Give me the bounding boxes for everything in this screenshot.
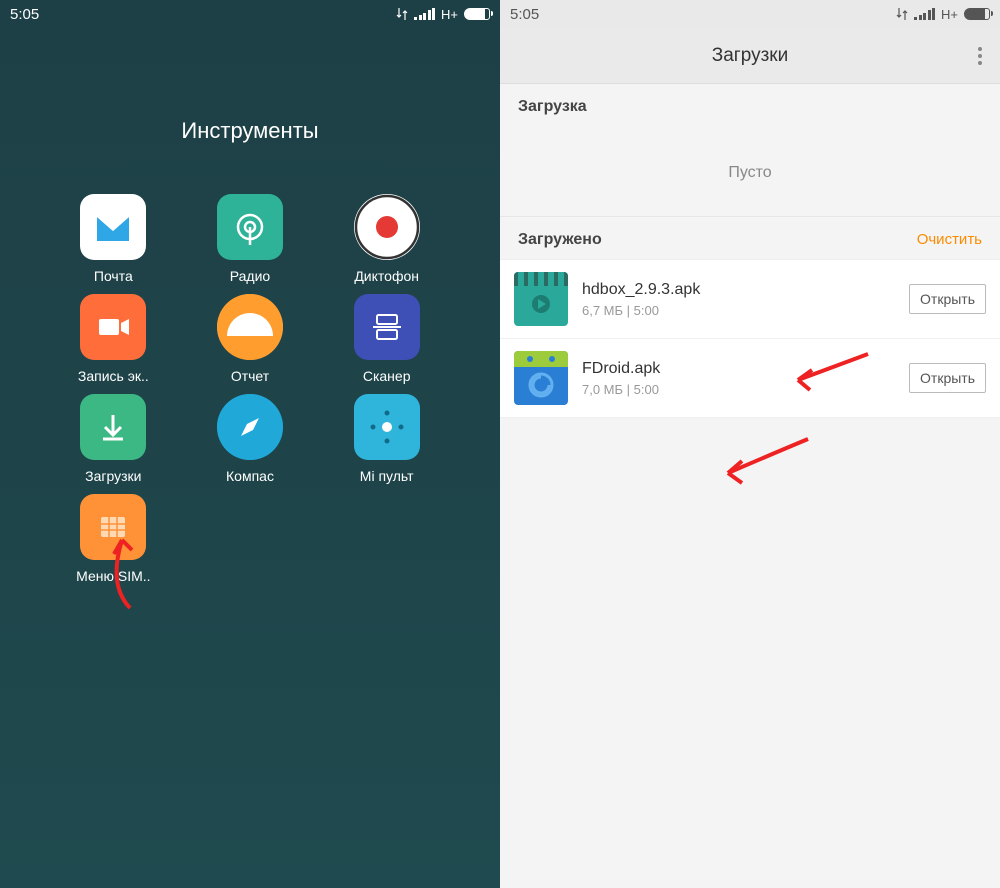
download-info: FDroid.apk 7,0 МБ | 5:00 [582,360,895,397]
apk-thumb-icon [514,272,568,326]
app-label: Отчет [231,368,269,384]
app-recorder[interactable]: Диктофон [318,194,455,284]
battery-icon [464,8,490,20]
mail-icon [80,194,146,260]
app-label: Сканер [363,368,411,384]
clear-button[interactable]: Очистить [917,231,982,248]
status-time: 5:05 [510,6,539,23]
open-button[interactable]: Открыть [909,363,986,393]
download-name: FDroid.apk [582,360,895,378]
section-completed: Загружено Очистить [500,217,1000,259]
app-screen-recorder[interactable]: Запись эк.. [45,294,182,384]
recorder-icon [354,194,420,260]
app-sim-menu[interactable]: Меню SIM.. [45,494,182,584]
status-bar: 5:05 H+ [0,0,500,28]
screen-tools-folder: 5:05 H+ Инструменты Почта Радио [0,0,500,888]
data-transfer-icon [396,7,408,21]
compass-icon [217,394,283,460]
signal-icon [914,8,935,20]
screen-downloads: 5:05 H+ Загрузки Загрузка Пусто Загружен… [500,0,1000,888]
data-transfer-icon [896,7,908,21]
app-feedback[interactable]: Отчет [182,294,319,384]
app-mail[interactable]: Почта [45,194,182,284]
apk-thumb-icon [514,351,568,405]
feedback-icon [217,294,283,360]
battery-icon [964,8,990,20]
remote-icon [354,394,420,460]
status-bar: 5:05 H+ [500,0,1000,28]
network-type: H+ [941,7,958,22]
app-label: Компас [226,468,274,484]
more-icon[interactable] [978,47,982,65]
header-bar: Загрузки [500,28,1000,84]
app-label: Mi пульт [360,468,414,484]
status-icons: H+ [896,7,990,22]
section-in-progress: Загрузка [500,84,1000,126]
empty-state: Пусто [500,126,1000,216]
download-list: hdbox_2.9.3.apk 6,7 МБ | 5:00 Открыть FD… [500,259,1000,418]
download-item-fdroid[interactable]: FDroid.apk 7,0 МБ | 5:00 Открыть [500,338,1000,417]
status-time: 5:05 [10,6,39,23]
header-title: Загрузки [712,45,788,67]
radio-icon [217,194,283,260]
app-label: Диктофон [354,268,419,284]
app-label: Загрузки [85,468,141,484]
app-label: Радио [230,268,270,284]
app-downloads[interactable]: Загрузки [45,394,182,484]
app-grid: Почта Радио Диктофон Запись эк.. [0,194,500,584]
network-type: H+ [441,7,458,22]
sim-icon [80,494,146,560]
download-item-hdbox[interactable]: hdbox_2.9.3.apk 6,7 МБ | 5:00 Открыть [500,260,1000,338]
app-label: Запись эк.. [78,368,149,384]
open-button[interactable]: Открыть [909,284,986,314]
section-title: Загружено [518,231,602,249]
section-title: Загрузка [518,98,587,116]
folder-title: Инструменты [0,118,500,144]
download-meta: 7,0 МБ | 5:00 [582,382,895,397]
screenrec-icon [80,294,146,360]
status-icons: H+ [396,7,490,22]
app-radio[interactable]: Радио [182,194,319,284]
app-label: Меню SIM.. [76,568,150,584]
app-scanner[interactable]: Сканер [318,294,455,384]
app-mi-remote[interactable]: Mi пульт [318,394,455,484]
app-compass[interactable]: Компас [182,394,319,484]
app-label: Почта [94,268,133,284]
download-name: hdbox_2.9.3.apk [582,281,895,299]
downloads-icon [80,394,146,460]
signal-icon [414,8,435,20]
download-info: hdbox_2.9.3.apk 6,7 МБ | 5:00 [582,281,895,318]
annotation-arrow-icon [720,435,810,490]
scanner-icon [354,294,420,360]
download-meta: 6,7 МБ | 5:00 [582,303,895,318]
